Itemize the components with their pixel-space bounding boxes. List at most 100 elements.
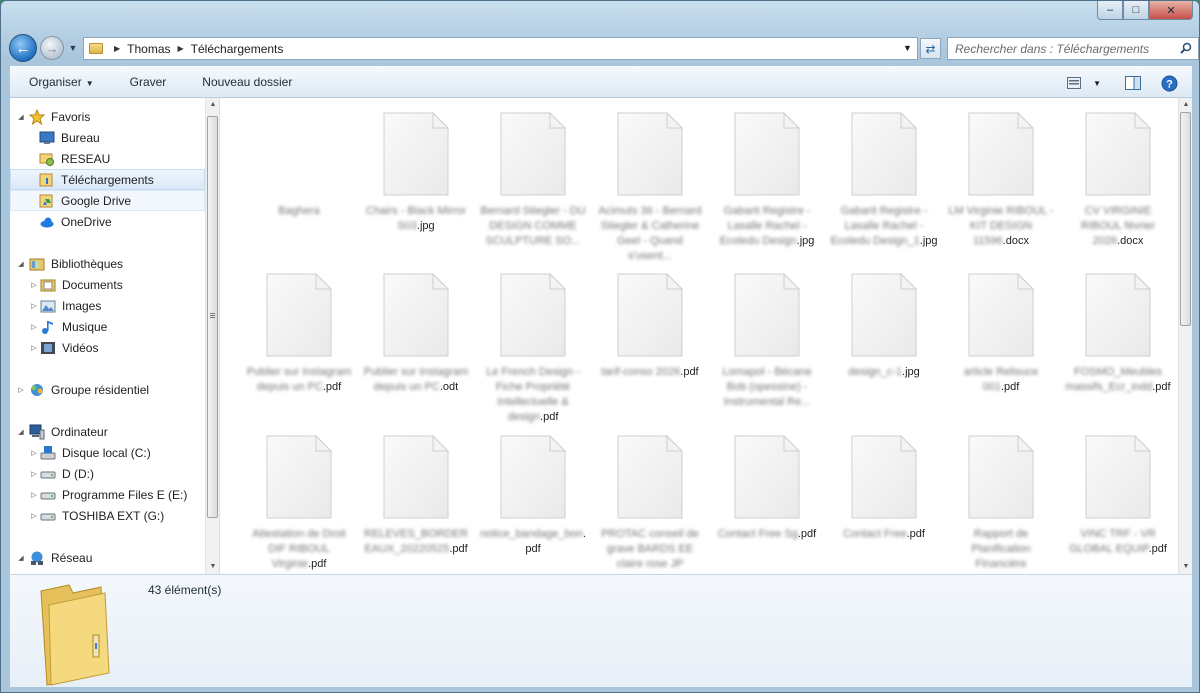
file-item[interactable]: Contact Free Sg.pdf [713,434,821,542]
expand-toggle-icon[interactable]: ◢ [16,554,26,562]
file-extension: .docx [1002,235,1030,247]
file-item[interactable]: article Relisuce 001.pdf [947,272,1055,395]
maximize-button[interactable]: □ [1123,1,1149,20]
file-item[interactable]: tarif-conso 2026.pdf [596,272,704,380]
file-item[interactable]: Publier sur Instagram depuis un PC.pdf [245,272,353,395]
navigation-scrollbar[interactable]: ▲ ▼ [205,98,219,574]
scroll-up-arrow-icon[interactable]: ▲ [1179,98,1193,112]
file-extension: .pdf [797,528,817,540]
search-input[interactable] [955,41,1173,56]
file-item[interactable]: Lomapol - Bécane Bob (opessine) - Instru… [713,272,821,410]
tree-drive-e[interactable]: ▷ Programme Files E (E:) [10,484,205,505]
file-item-name: Attestation de Droit DIF RIBOUL Virginie… [245,527,353,572]
tree-desktop[interactable]: Bureau [10,127,205,148]
desktop-icon [39,131,55,144]
file-item[interactable]: Rapport de Planification Financière [947,434,1055,572]
expand-toggle-icon[interactable]: ◢ [16,428,26,436]
expand-toggle-icon[interactable]: ▷ [29,281,39,289]
breadcrumb-thomas[interactable]: Thomas [127,42,170,56]
file-item-name: Baghera [245,204,353,219]
tree-google-drive[interactable]: Google Drive [10,190,205,211]
minimize-button[interactable]: – [1097,1,1123,20]
tree-downloads[interactable]: Téléchargements [10,169,205,190]
tree-drive-c[interactable]: ▷ Disque local (C:) [10,442,205,463]
file-item[interactable]: notice_bandage_bon.pdf [479,434,587,557]
tree-music[interactable]: ▷ Musique [10,316,205,337]
expand-toggle-icon[interactable]: ▷ [29,470,39,478]
tree-libraries[interactable]: ◢ Bibliothèques [10,253,205,274]
scroll-down-arrow-icon[interactable]: ▼ [1179,560,1193,574]
details-pane: 43 élément(s) [10,574,1192,687]
tree-homegroup[interactable]: ▷ Groupe résidentiel [10,379,205,400]
expand-toggle-icon[interactable]: ◢ [16,260,26,268]
file-item[interactable]: Publier sur Instagram depuis un PC.odt [362,272,470,395]
more-views-button[interactable]: ▼ [1093,71,1101,95]
tree-drive-d[interactable]: ▷ D (D:) [10,463,205,484]
file-extension: .pdf [1152,381,1171,393]
tree-drive-g[interactable]: ▷ TOSHIBA EXT (G:) [10,505,205,526]
document-icon [617,111,684,196]
burn-button[interactable]: Graver [112,70,185,94]
refresh-button[interactable]: ⇄ [920,38,941,59]
file-item[interactable]: RELEVES_BORDEREAUX_20220525.pdf [362,434,470,557]
help-button[interactable]: ? [1161,71,1178,95]
file-item[interactable]: PROTAC conseil de grave BARDS EE claire … [596,434,704,572]
tree-network-favorite[interactable]: RESEAU [10,148,205,169]
navigation-scroll-thumb[interactable] [207,116,218,518]
file-item[interactable]: FOSMO_Meubles massifs_Ecr_indd.pdf [1064,272,1172,395]
content-scroll-thumb[interactable] [1180,112,1191,326]
expand-toggle-icon[interactable]: ▷ [29,302,39,310]
address-bar[interactable]: ▶ Thomas ▶ Téléchargements ▼ [83,37,918,60]
change-view-button[interactable] [1067,71,1082,95]
file-item[interactable]: CV VIRGINIE RIBOUL février 2026.docx [1064,111,1172,249]
file-item[interactable]: Le French Design - Fiche Propriété Intel… [479,272,587,425]
breadcrumb-separator-icon[interactable]: ▶ [178,44,184,53]
expand-toggle-icon[interactable]: ▷ [29,491,39,499]
breadcrumb-downloads[interactable]: Téléchargements [191,42,284,56]
file-item[interactable]: Baghera [245,112,353,219]
file-name-redacted: Baghera [278,205,320,217]
expand-toggle-icon[interactable]: ▷ [29,449,39,457]
scroll-down-arrow-icon[interactable]: ▼ [206,560,220,574]
file-item[interactable]: LM Virginie RIBOUL - KIT DESIGN 11596.do… [947,111,1055,249]
new-folder-button[interactable]: Nouveau dossier [184,70,310,94]
expand-toggle-icon[interactable]: ◢ [16,113,26,121]
file-item[interactable]: Gabarit Registre - Lasalle Rachel - Ecol… [830,111,938,249]
tree-images[interactable]: ▷ Images [10,295,205,316]
expand-toggle-icon[interactable]: ▷ [29,512,39,520]
breadcrumb-separator-icon[interactable]: ▶ [114,44,120,53]
file-item[interactable]: VINC TRF - VR GLOBAL EQUIP.pdf [1064,434,1172,557]
expand-toggle-icon[interactable]: ▷ [16,386,26,394]
file-item[interactable]: Gabarit Registre - Lasalle Rachel - Ecol… [713,111,821,249]
search-icon[interactable] [1180,42,1192,54]
file-item[interactable]: Contact Free.pdf [830,434,938,542]
file-item[interactable]: Bernard Stiegler - DU DESIGN COMME SCULP… [479,111,587,249]
scroll-up-arrow-icon[interactable]: ▲ [206,98,220,112]
tree-music-label: Musique [62,319,108,334]
file-item[interactable]: Acimuts 36 - Bernard Stiegler & Catherin… [596,111,704,264]
expand-toggle-icon[interactable]: ▷ [29,344,39,352]
tree-computer[interactable]: ◢ Ordinateur [10,421,205,442]
tree-onedrive[interactable]: OneDrive [10,211,205,232]
file-item[interactable]: Chairs - Black Mirror S03.jpg [362,111,470,234]
tree-videos-label: Vidéos [62,340,99,355]
back-button[interactable]: ← [9,34,37,62]
preview-pane-button[interactable] [1125,71,1141,95]
expand-toggle-icon[interactable]: ▷ [29,323,39,331]
file-name-redacted: Contact Free [843,528,907,540]
videos-icon [41,341,55,354]
tree-documents[interactable]: ▷ Documents [10,274,205,295]
tree-videos[interactable]: ▷ Vidéos [10,337,205,358]
content-scrollbar[interactable]: ▲ ▼ [1178,98,1192,574]
tree-favorites[interactable]: ◢ Favoris [10,106,205,127]
file-extension: .jpg [796,235,815,247]
tree-network[interactable]: ◢ Réseau [10,547,205,568]
forward-button[interactable]: → [40,36,64,60]
organise-button[interactable]: Organiser ▼ [10,70,112,94]
file-item[interactable]: design_c-1.jpg [830,272,938,380]
file-item-name: Bernard Stiegler - DU DESIGN COMME SCULP… [479,204,587,249]
address-dropdown-button[interactable]: ▼ [900,41,915,56]
file-item[interactable]: Attestation de Droit DIF RIBOUL Virginie… [245,434,353,572]
recent-pages-button[interactable]: ▼ [66,43,80,53]
close-button[interactable]: ✕ [1149,1,1193,20]
